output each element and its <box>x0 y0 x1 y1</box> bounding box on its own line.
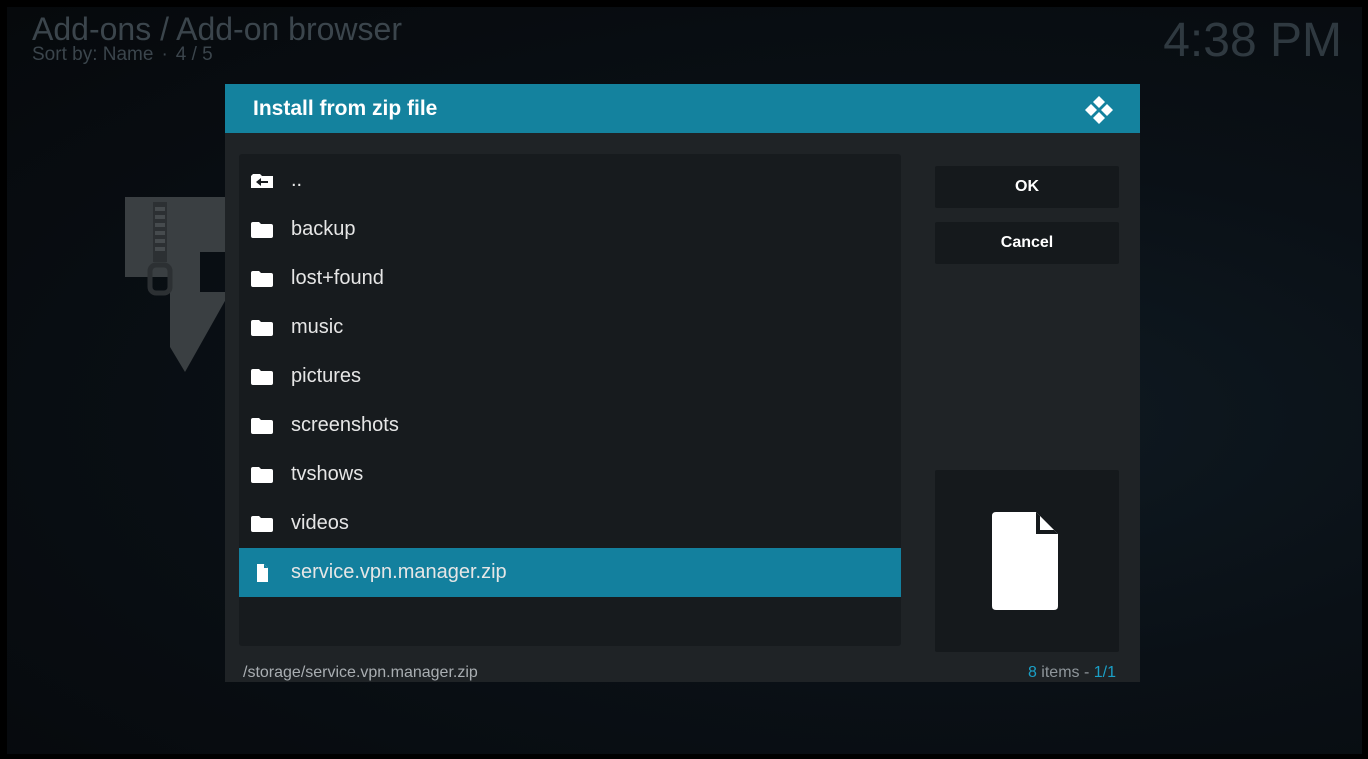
file-icon <box>251 563 281 583</box>
list-item-label: service.vpn.manager.zip <box>291 561 507 583</box>
zip-install-icon <box>125 197 235 377</box>
list-item-folder[interactable]: screenshots <box>239 401 901 450</box>
page-position: 4 / 5 <box>175 44 213 65</box>
ok-button[interactable]: OK <box>935 166 1119 208</box>
list-item-label: pictures <box>291 365 362 387</box>
folder-icon <box>251 514 281 534</box>
list-item-label: videos <box>291 512 349 534</box>
folder-icon <box>251 367 281 387</box>
install-from-zip-dialog: Install from zip file .. backup lost+fou… <box>225 84 1140 682</box>
folder-icon <box>251 269 281 289</box>
clock: 4:38 PM <box>1163 14 1342 67</box>
list-item-folder[interactable]: tvshows <box>239 450 901 499</box>
file-list: .. backup lost+found music pictures scre… <box>239 154 901 646</box>
preview-thumbnail <box>935 470 1119 652</box>
folder-icon <box>251 465 281 485</box>
parent-folder-icon <box>251 171 281 191</box>
items-number: 8 <box>1027 664 1037 681</box>
cancel-button[interactable]: Cancel <box>935 222 1119 264</box>
list-item-file-selected[interactable]: service.vpn.manager.zip <box>239 548 901 597</box>
list-item-folder[interactable]: pictures <box>239 352 901 401</box>
selected-path: /storage/service.vpn.manager.zip <box>243 664 478 681</box>
items-word: items - <box>1036 664 1094 681</box>
separator: · <box>161 44 168 65</box>
list-item-folder[interactable]: backup <box>239 205 901 254</box>
list-item-label: tvshows <box>291 463 364 485</box>
page-indicator: 1/1 <box>1093 664 1116 681</box>
folder-icon <box>251 416 281 436</box>
file-icon <box>992 512 1058 610</box>
list-item-folder[interactable]: music <box>239 303 901 352</box>
kodi-logo-icon <box>1082 94 1116 128</box>
list-item-folder[interactable]: videos <box>239 499 901 548</box>
sort-info: Sort by: Name · 4 / 5 <box>32 44 213 66</box>
screen: Add-ons / Add-on browser Sort by: Name · 4… <box>7 7 1362 754</box>
list-item-label: screenshots <box>291 414 399 436</box>
dialog-title: Install from zip file <box>253 97 438 120</box>
folder-icon <box>251 220 281 240</box>
item-count: 8 items - 1/1 <box>1028 664 1116 682</box>
list-item-label: backup <box>291 218 356 240</box>
list-item-folder[interactable]: lost+found <box>239 254 901 303</box>
breadcrumb-title: Add-ons / Add-on browser <box>32 11 402 47</box>
folder-icon <box>251 318 281 338</box>
list-item-parent[interactable]: .. <box>239 156 901 205</box>
dialog-header: Install from zip file <box>225 84 1140 133</box>
list-item-label: music <box>291 316 344 338</box>
list-item-label: .. <box>291 169 303 191</box>
list-item-label: lost+found <box>291 267 384 289</box>
sort-label[interactable]: Sort by: Name <box>32 44 153 65</box>
